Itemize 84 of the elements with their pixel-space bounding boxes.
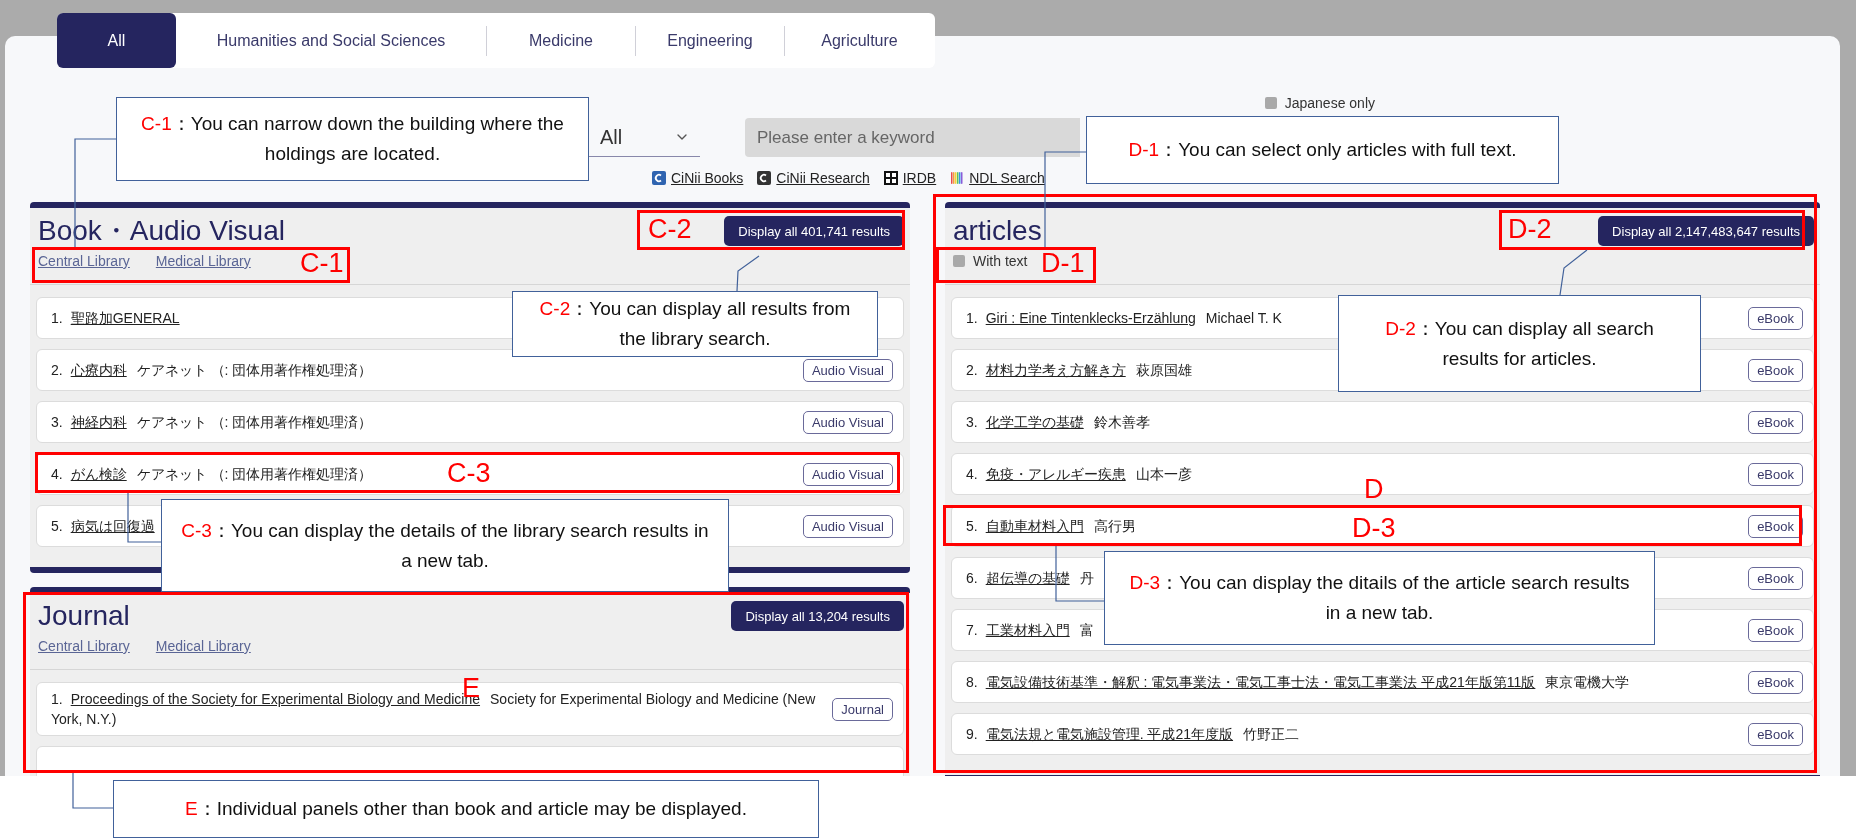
result-text: 3. 神経内科 ケアネット （: 団体用著作権処理済） [51,413,373,432]
category-tab[interactable]: Engineering [636,25,785,56]
irdb-logo-icon [883,171,898,185]
callout-text: D-2：You can display all search results for articles. [1384,316,1655,371]
result-text: 1. Giri : Eine Tintenklecks-Erzählung Michael T. K [966,309,1282,328]
library-link[interactable]: Central Library [38,638,130,654]
result-text: 9. 電気法規と電気施設管理. 平成21年度版 竹野正二 [966,725,1300,744]
category-tab[interactable]: Humanities and Social Sciences [176,25,487,56]
library-link[interactable]: Medical Library [155,253,251,269]
result-text: 7. 工業材料入門 富 [966,621,1094,640]
type-label: eBook [1748,514,1803,538]
result-title-link[interactable]: 超伝導の基礎 [985,570,1070,586]
result-text: 5. 病気は回復過 [51,517,156,536]
result-text: 4. 免疫・アレルギー疾患 山本一彦 [966,465,1192,484]
result-text: 1. 聖路加GENERAL [51,309,181,328]
result-text: 6. 超伝導の基礎 丹 [966,569,1094,588]
external-link[interactable]: CiNii Books [652,170,744,186]
annotation-label: D-3 [1352,513,1396,543]
annotation-label: C-1 [300,248,344,278]
external-link[interactable]: NDL Search [950,170,1045,186]
result-text: 2. 心療内科 ケアネット （: 団体用著作権処理済） [51,361,373,380]
result-title-link[interactable]: 神経内科 [70,414,127,430]
display-all-button[interactable]: Display all 2,147,483,647 results [1598,216,1814,246]
type-label: eBook [1748,566,1803,590]
annotation-label: C-2 [648,214,692,244]
result-title-link[interactable]: 聖路加GENERAL [70,310,180,326]
type-label: eBook [1748,410,1803,434]
checkbox-label: Japanese only [1284,95,1375,111]
result-text: 8. 電気設備技術基準・解釈 : 電気事業法・電気工事士法・電気工事業法 平成21年版第11版 東京電機大学 [966,673,1630,692]
result-text: 2. 材料力学考え方解き方 萩原国雄 [966,361,1192,380]
external-link[interactable]: CiNii Research [757,170,870,186]
type-label: Audio Visual [802,514,893,538]
result-title-link[interactable]: 免疫・アレルギー疾患 [985,466,1126,482]
result-title-link[interactable]: 心療内科 [70,362,127,378]
result-title-link[interactable]: 工業材料入門 [985,622,1070,638]
rainbow-logo-icon [950,171,965,185]
result-title-link[interactable]: 電気設備技術基準・解釈 : 電気事業法・電気工事士法・電気工事業法 平成21年版第11版 [985,674,1536,690]
checkbox[interactable] [1264,97,1277,109]
annotation-label: C-3 [447,458,491,488]
annotation-label: D-1 [1041,248,1085,278]
type-label: eBook [1748,306,1803,330]
annotation-label: D-2 [1508,214,1552,244]
cinii-research-logo-icon [757,171,772,185]
display-all-button[interactable]: Display all 13,204 results [731,601,904,631]
callout-text: C-1：You can narrow down the building where the holdings are located. [140,112,565,166]
result-title-link[interactable]: がん検診 [70,466,127,482]
panel-title: articles [953,216,1042,246]
result-title-link[interactable]: 自動車材料入門 [985,518,1084,534]
type-label: eBook [1748,670,1803,694]
category-tab[interactable]: Agriculture [785,25,934,56]
result-title-link[interactable]: 電気法規と電気施設管理. 平成21年度版 [985,726,1234,742]
type-label: Audio Visual [802,358,893,382]
type-label: Audio Visual [802,410,893,434]
result-title-link[interactable]: 化学工学の基礎 [985,414,1084,430]
type-label: eBook [1748,358,1803,382]
library-link[interactable]: Medical Library [155,638,251,654]
display-all-button[interactable]: Display all 401,741 results [724,216,904,246]
external-link[interactable]: IRDB [883,170,937,186]
cinii-logo-icon [652,171,666,185]
category-tab[interactable]: All [57,13,176,68]
result-title-link[interactable]: Giri : Eine Tintenklecks-Erzählung [985,310,1196,326]
panel-title: Journal [38,601,131,631]
library-link[interactable]: Central Library [38,253,130,269]
panel-title: Book・Audio Visual [38,216,285,246]
callout-text: C-2：You can display all results from the library search. [538,297,852,351]
result-text: 5. 自動車材料入門 高行男 [966,517,1136,536]
checkbox[interactable] [953,255,965,267]
checkbox-label: With text [973,253,1028,269]
result-title-link[interactable]: 材料力学考え方解き方 [985,362,1126,378]
search-field[interactable]: Please enter a keyword [745,118,1080,157]
type-label: eBook [1748,462,1803,486]
type-label: Journal [832,697,893,721]
type-label: eBook [1748,722,1803,746]
callout-text: C-3：You can display the details of the library search results in a new tab. [180,518,710,573]
type-label: Audio Visual [802,462,893,486]
result-text: 4. がん検診 ケアネット （: 団体用著作権処理済） [51,465,373,484]
category-tab[interactable]: Medicine [487,25,636,56]
callout-text: D-1：You can select only articles with full text. [1128,138,1517,162]
result-title-link[interactable]: 病気は回復過 [70,518,155,534]
type-label: eBook [1748,618,1803,642]
callout-text: E：Individual panels other than book and article may be displayed. [185,797,747,821]
callout-text: D-3：You can display the ditails of the article search results in a new tab. [1128,571,1631,625]
annotation-label: D [1364,474,1384,504]
result-text: 3. 化学工学の基礎 鈴木善孝 [966,413,1150,432]
